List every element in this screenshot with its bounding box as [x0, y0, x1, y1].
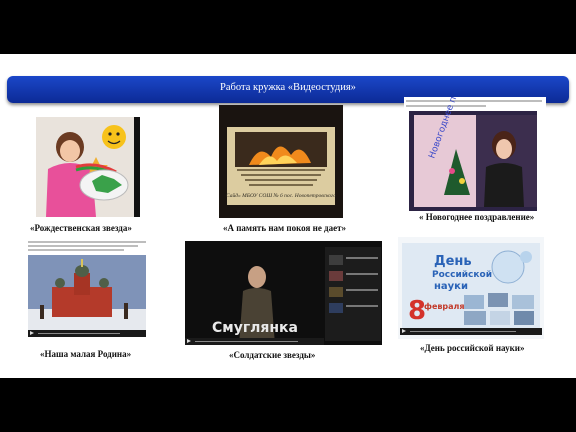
video-preview-girl-with-tree: Новогоднее поздравление [409, 97, 537, 211]
poster-month: февраля [424, 302, 465, 311]
play-icon[interactable] [30, 331, 34, 335]
slide: Работа кружка «Видеостудия» «Рождественс… [0, 54, 576, 378]
video-player-controls[interactable] [400, 328, 542, 335]
poster-word-day: День [434, 254, 472, 269]
video-caption-small-homeland: «Наша малая Родина» [40, 349, 132, 359]
video-overlay-song-title: Смуглянка [212, 320, 298, 336]
page-title: Работа кружка «Видеостудия» [220, 82, 356, 93]
video-caption-new-year: « Новогоднее поздравление» [419, 212, 535, 222]
poster-day-number: 8 [408, 296, 426, 326]
video-player-controls[interactable] [185, 338, 324, 345]
video-preview-candle-fire: Сайд» МБОУ СОШ № 6 пос. Новопетровского [219, 105, 343, 218]
play-icon[interactable] [187, 339, 191, 343]
video-thumbnail-memory[interactable]: Сайд» МБОУ СОШ № 6 пос. Новопетровского [219, 105, 343, 218]
video-caption-memory: «А память нам покоя не дает» [223, 223, 347, 233]
video-player-controls[interactable] [28, 330, 146, 337]
poster-word-russian: Российской [432, 270, 492, 280]
video-preview-singer: Смуглянка [185, 241, 382, 345]
video-thumbnail-new-year[interactable]: Новогоднее поздравление [404, 97, 546, 215]
video-overlay-title: Сайд» МБОУ СОШ № 6 пос. Новопетровского [226, 192, 336, 199]
video-preview-science-poster: День Российской науки 8 февраля [398, 237, 544, 339]
video-preview-child-with-star [36, 117, 140, 217]
video-thumbnail-small-homeland[interactable] [26, 239, 150, 345]
video-caption-christmas-star: «Рождественская звезда» [30, 223, 132, 233]
video-thumbnail-christmas-star[interactable] [36, 117, 140, 217]
poster-word-science: науки [434, 281, 468, 292]
video-thumbnail-science-day[interactable]: День Российской науки 8 февраля [398, 237, 544, 339]
video-thumbnail-soldier-stars[interactable]: Смуглянка [185, 241, 382, 345]
play-icon[interactable] [402, 329, 406, 333]
video-caption-soldier-stars: «Солдатские звезды» [229, 350, 316, 360]
video-caption-science-day: «День российской науки» [420, 343, 525, 353]
